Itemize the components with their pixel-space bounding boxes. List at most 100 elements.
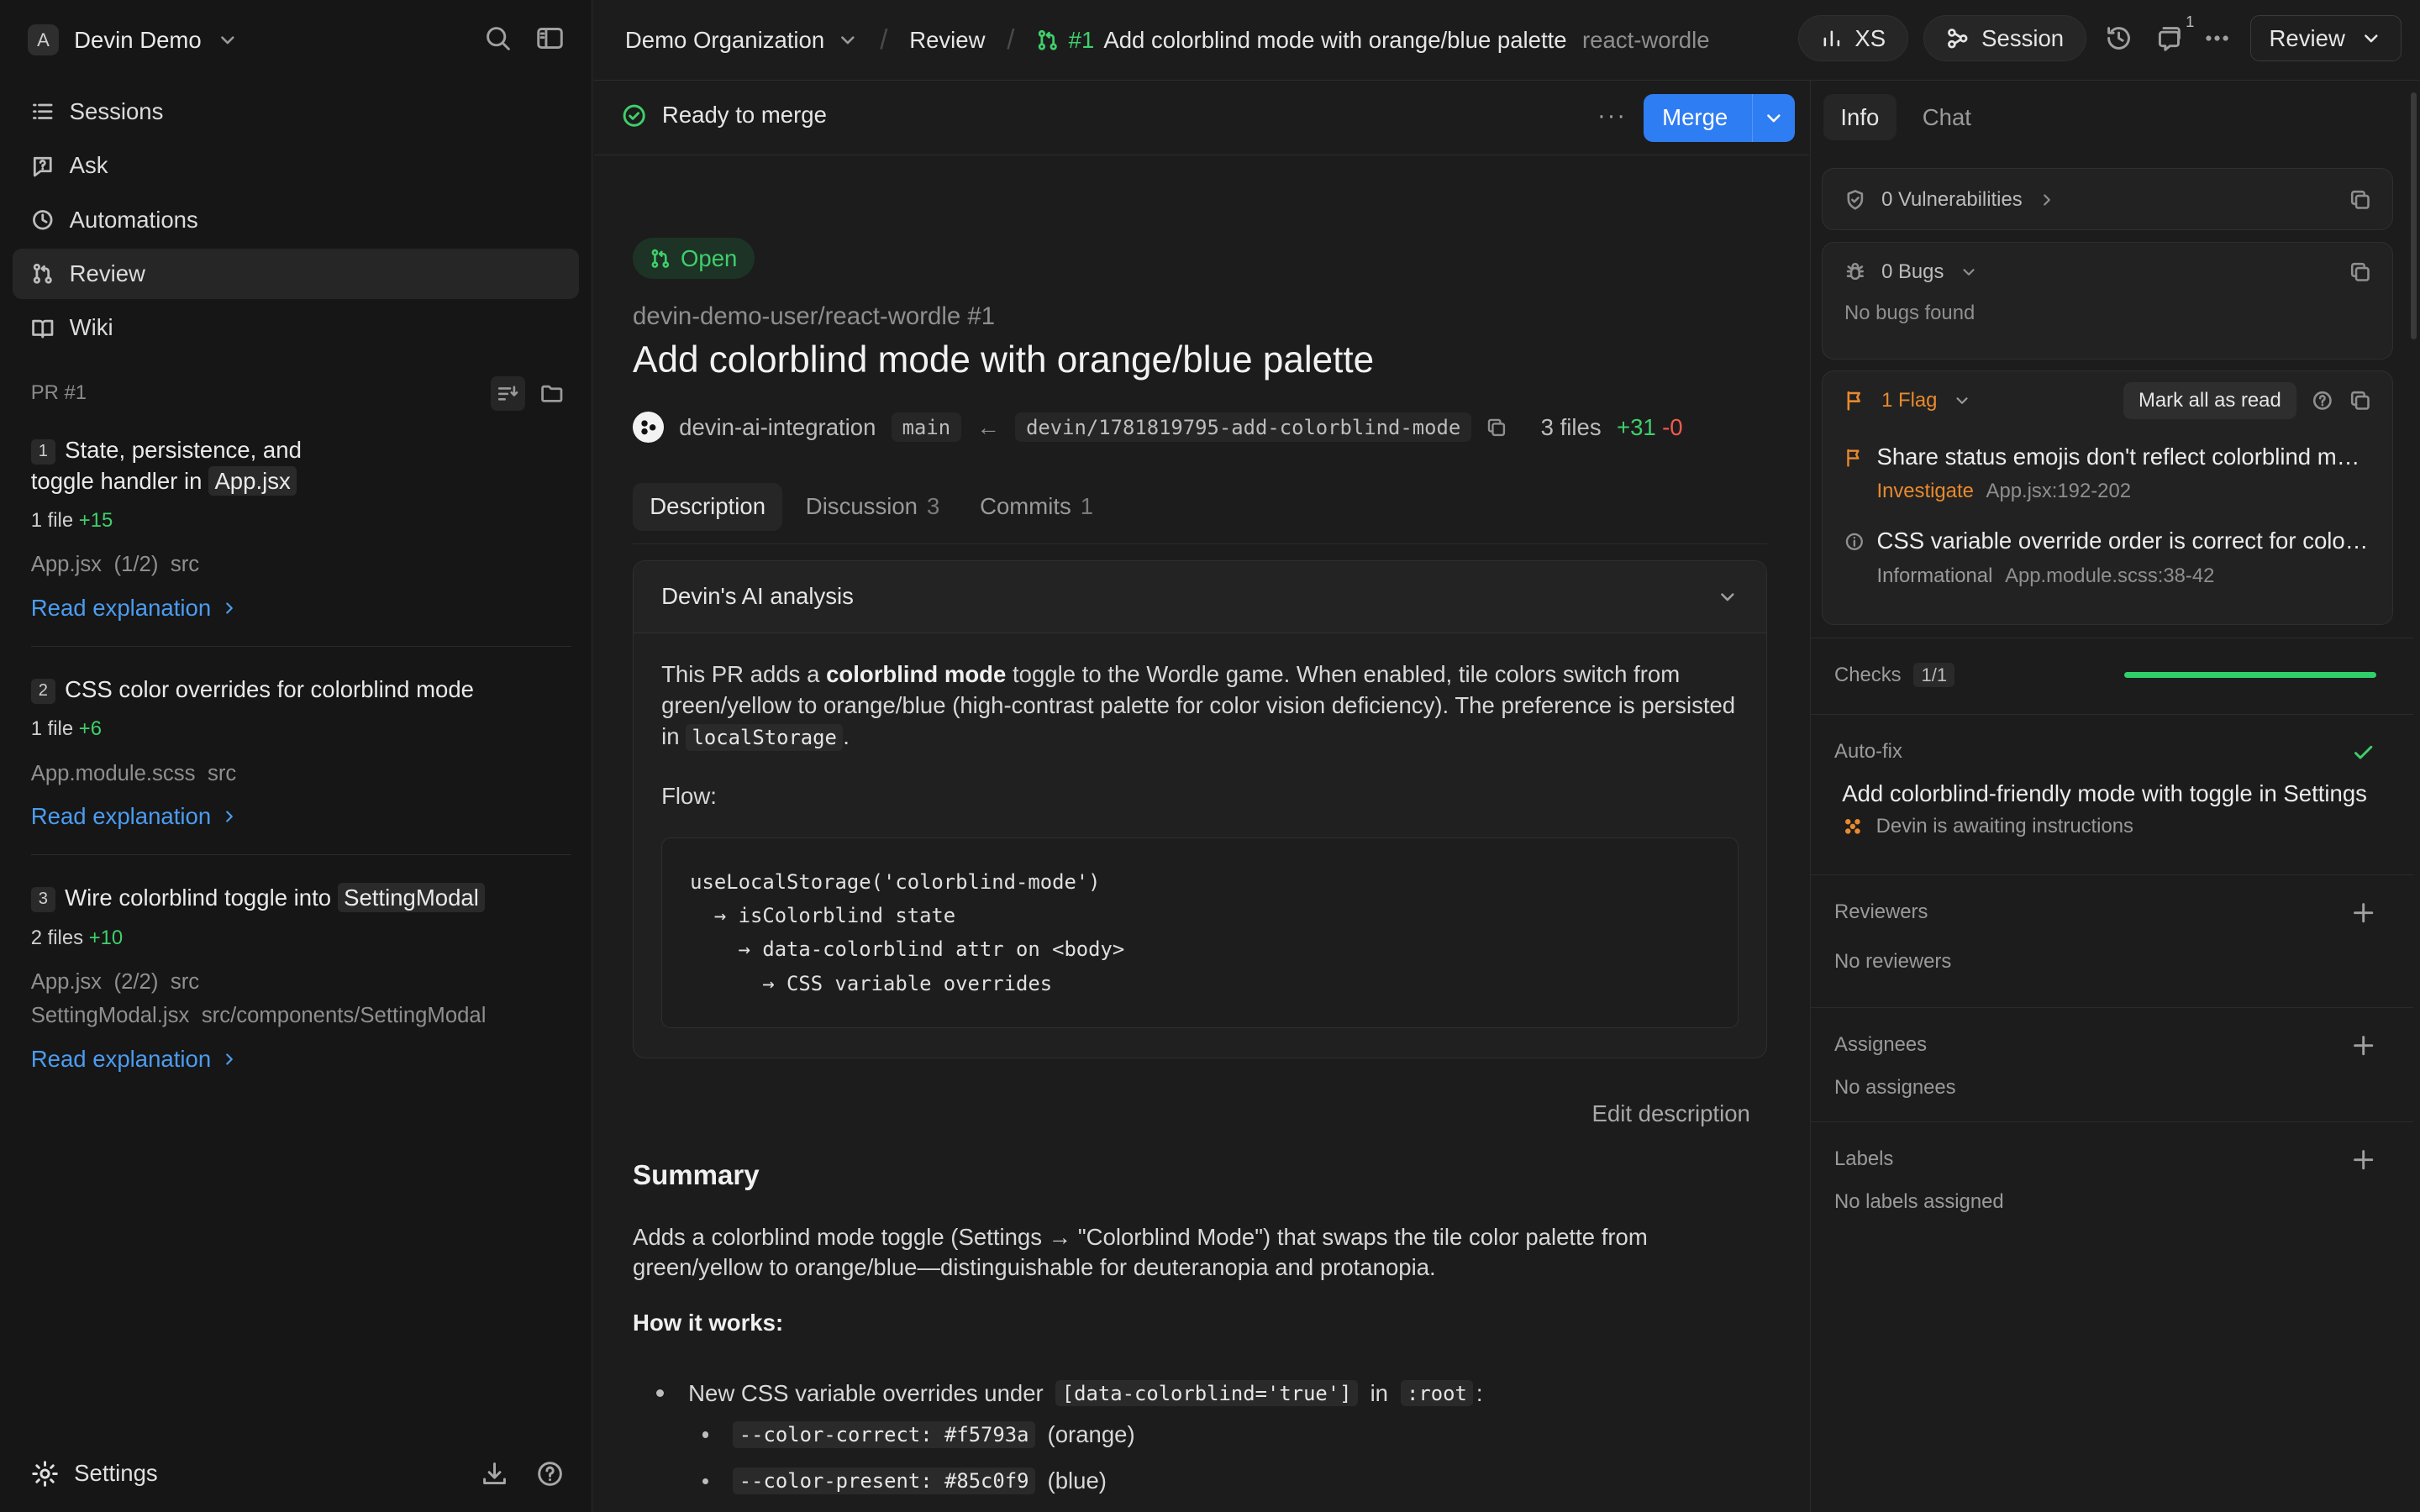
scrollbar[interactable] [2410, 92, 2417, 340]
mark-all-read-button[interactable]: Mark all as read [2123, 381, 2297, 419]
tab-discussion[interactable]: Discussion 3 [789, 483, 957, 531]
pr-step[interactable]: 1 State, persistence, and toggle handler … [30, 435, 571, 647]
autofix-section: Auto-fix Add colorblind-friendly mode wi… [1811, 714, 2413, 874]
tab-description[interactable]: Description [633, 482, 783, 531]
file-name: App.jsx [30, 553, 103, 577]
autofix-item[interactable]: Add colorblind-friendly mode with toggle… [1811, 780, 2412, 838]
pr-author[interactable]: devin-ai-integration [679, 414, 876, 441]
step-file[interactable]: App.jsx (1/2) src [31, 548, 571, 581]
step-number: 2 [30, 679, 56, 704]
merge-button[interactable]: Merge [1644, 94, 1796, 142]
pr-deletions: -0 [1662, 413, 1683, 440]
vulnerabilities-card[interactable]: 0 Vulnerabilities [1822, 168, 2393, 230]
flag-location[interactable]: App.module.scss:38-42 [2005, 564, 2214, 587]
clock-icon [32, 210, 53, 230]
list-filter-icon [498, 386, 518, 401]
copy-icon[interactable] [1486, 417, 1507, 438]
flag-item[interactable]: CSS variable override order is correct f… [1823, 528, 2392, 587]
nav-sessions[interactable]: Sessions [13, 87, 579, 138]
plus-icon[interactable] [2351, 1033, 2375, 1058]
step-file[interactable]: SettingModal.jsx src/components/SettingM… [31, 999, 571, 1032]
top-bar: Demo Organization / Review / #1 Add colo… [594, 0, 2420, 81]
download-icon[interactable] [481, 1460, 508, 1488]
book-icon [31, 319, 54, 338]
nav-automations[interactable]: Automations [13, 194, 579, 245]
pr-step[interactable]: 2 CSS color overrides for colorblind mode… [30, 675, 571, 856]
help-icon[interactable] [536, 1460, 564, 1488]
breadcrumb-pr[interactable]: #1 Add colorblind mode with orange/blue … [1036, 26, 1710, 54]
chevron-down-icon [1767, 113, 1781, 122]
bugs-toggle[interactable]: 0 Bugs [1844, 260, 1978, 284]
step-file-count: 1 file [30, 509, 74, 533]
ai-text-bold: colorblind mode [826, 661, 1007, 688]
comments-icon [2158, 27, 2181, 52]
search-icon[interactable] [484, 24, 512, 52]
list-item: --color-correct: #f5793a (orange) [656, 1415, 1737, 1455]
breadcrumb-separator: / [880, 24, 888, 55]
more-horizontal-icon[interactable]: ··· [1597, 102, 1627, 130]
read-explanation-label: Read explanation [30, 594, 212, 621]
step-file[interactable]: App.module.scss src [31, 757, 571, 790]
more-button[interactable] [2201, 22, 2234, 55]
sidebar-toggle-icon[interactable] [536, 24, 564, 52]
pr-meta-line: devin-ai-integration main ← devin/178181… [633, 409, 1683, 446]
pr-main: Ready to merge ··· Merge Open devin-demo… [594, 81, 1809, 1512]
edit-description-button[interactable]: Edit description [1592, 1100, 1750, 1127]
check-circle-icon [623, 104, 645, 127]
read-explanation-link[interactable]: Read explanation [31, 803, 571, 830]
read-explanation-label: Read explanation [30, 802, 212, 829]
nav-wiki[interactable]: Wiki [13, 302, 579, 354]
size-pill[interactable]: XS [1798, 15, 1908, 62]
pr-repo-line[interactable]: devin-demo-user/react-wordle #1 [633, 302, 995, 331]
tab-chat[interactable]: Chat [1906, 94, 1989, 140]
copy-icon[interactable] [2349, 390, 2371, 412]
labels-section: Labels No labels assigned [1811, 1121, 2413, 1245]
nav-review[interactable]: Review [12, 248, 579, 300]
bullet [655, 1389, 664, 1398]
org-switcher[interactable]: Demo Organization [625, 27, 859, 54]
bug-icon [1846, 263, 1865, 281]
checks-progress [2124, 671, 2376, 679]
merge-options-toggle[interactable] [1751, 94, 1795, 142]
pr-step[interactable]: 3 Wire colorblind toggle into SettingModa… [30, 883, 571, 1097]
workspace-name: Devin Demo [74, 26, 202, 53]
step-additions: +6 [78, 717, 102, 741]
review-button[interactable]: Review [2249, 15, 2402, 62]
steps-view-toggle[interactable] [491, 376, 525, 411]
list-text: (orange) [1047, 1421, 1135, 1448]
comments-button[interactable]: 1 [2151, 13, 2194, 55]
flags-toggle[interactable]: 1 Flag [1844, 389, 1971, 412]
folder-icon[interactable] [540, 382, 564, 406]
shield-icon [1847, 190, 1864, 210]
pr-number: #1 [1068, 26, 1095, 53]
copy-icon[interactable] [2349, 261, 2371, 283]
step-file[interactable]: App.jsx (2/2) src [31, 965, 571, 999]
workspace-avatar: A [28, 24, 59, 56]
session-pill[interactable]: Session [1923, 15, 2086, 62]
tab-info[interactable]: Info [1823, 94, 1897, 141]
settings-button[interactable]: Settings [31, 1460, 158, 1488]
ai-analysis-header[interactable]: Devin's AI analysis [634, 560, 1767, 634]
tab-label: Discussion [805, 493, 918, 520]
history-icon [2107, 27, 2130, 50]
copy-icon[interactable] [2349, 189, 2371, 211]
checks-section[interactable]: Checks 1/1 [1811, 637, 2413, 715]
nav-ask[interactable]: Ask [13, 140, 579, 192]
flag-location[interactable]: App.jsx:192-202 [1986, 480, 2131, 502]
plus-icon[interactable] [2351, 1147, 2375, 1172]
read-explanation-link[interactable]: Read explanation [31, 595, 571, 622]
step-file-list: App.jsx (1/2) src [31, 548, 571, 581]
checks-label: Checks [1834, 663, 1902, 686]
plus-icon[interactable] [2351, 900, 2375, 925]
breadcrumb-review[interactable]: Review [909, 27, 985, 54]
history-button[interactable] [2102, 22, 2135, 55]
inline-code: [data-colorblind='true'] [1055, 1379, 1358, 1407]
read-explanation-link[interactable]: Read explanation [31, 1046, 571, 1073]
help-icon[interactable] [2312, 390, 2333, 412]
tab-commits[interactable]: Commits 1 [963, 483, 1110, 531]
flow-code-block: useLocalStorage('colorblind-mode') → isC… [661, 837, 1739, 1028]
pull-request-icon [651, 249, 670, 268]
step-title-code: SettingModal [337, 883, 486, 913]
workspace-switcher[interactable]: A Devin Demo [28, 22, 239, 59]
flag-item[interactable]: Share status emojis don't reflect colorb… [1823, 444, 2392, 503]
